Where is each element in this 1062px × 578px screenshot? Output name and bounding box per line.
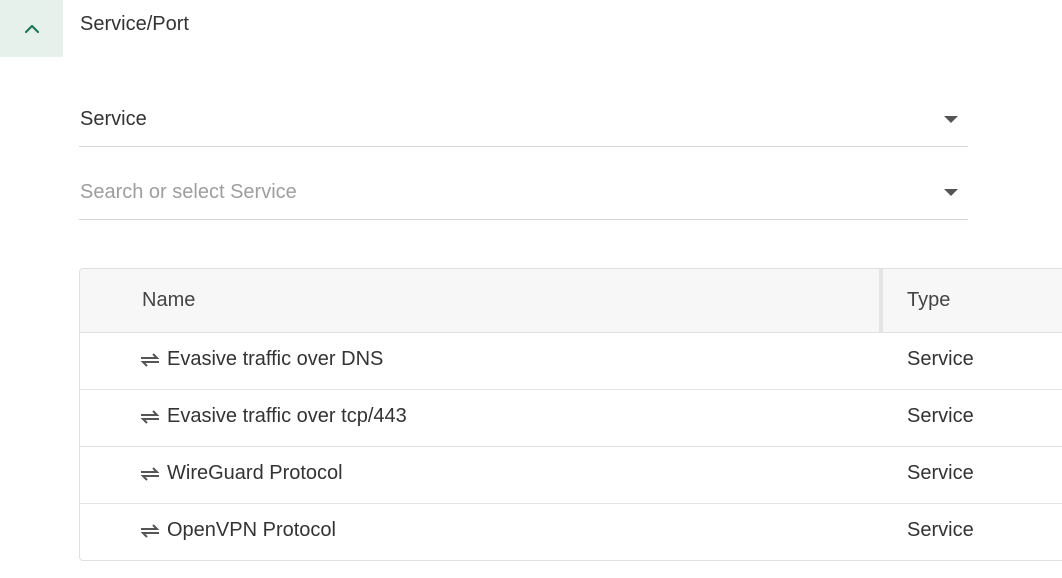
row-name: Evasive traffic over tcp/443 <box>167 405 407 427</box>
chevron-up-icon <box>24 24 39 33</box>
row-name: WireGuard Protocol <box>167 462 343 484</box>
service-search-placeholder: Search or select Service <box>80 181 297 203</box>
service-transfer-icon <box>140 467 160 481</box>
type-select[interactable]: Service <box>79 98 968 147</box>
table-row[interactable]: WireGuard Protocol Service <box>80 447 1062 504</box>
row-type: Service <box>907 405 974 427</box>
collapse-toggle-button[interactable] <box>0 0 63 57</box>
table-row[interactable]: Evasive traffic over tcp/443 Service <box>80 390 1062 447</box>
row-type: Service <box>907 519 974 541</box>
caret-down-icon <box>944 189 958 196</box>
type-select-value: Service <box>80 108 147 130</box>
service-transfer-icon <box>140 353 160 367</box>
row-name: OpenVPN Protocol <box>167 519 336 541</box>
column-header-name[interactable]: Name <box>142 289 195 312</box>
column-header-type[interactable]: Type <box>907 289 950 312</box>
table-header: Name Type <box>80 269 1062 333</box>
row-type: Service <box>907 348 974 370</box>
column-resize-handle[interactable] <box>879 269 883 333</box>
row-name: Evasive traffic over DNS <box>167 348 384 370</box>
services-table: Name Type Evasive traffic over DNS Servi… <box>79 268 1062 561</box>
section-title: Service/Port <box>80 13 189 35</box>
table-row[interactable]: Evasive traffic over DNS Service <box>80 333 1062 390</box>
row-type: Service <box>907 462 974 484</box>
service-search-select[interactable]: Search or select Service <box>79 171 968 220</box>
service-transfer-icon <box>140 410 160 424</box>
caret-down-icon <box>944 116 958 123</box>
service-port-panel: Service/Port Service Search or select Se… <box>0 0 1062 578</box>
service-transfer-icon <box>140 524 160 538</box>
table-row[interactable]: OpenVPN Protocol Service <box>80 504 1062 560</box>
